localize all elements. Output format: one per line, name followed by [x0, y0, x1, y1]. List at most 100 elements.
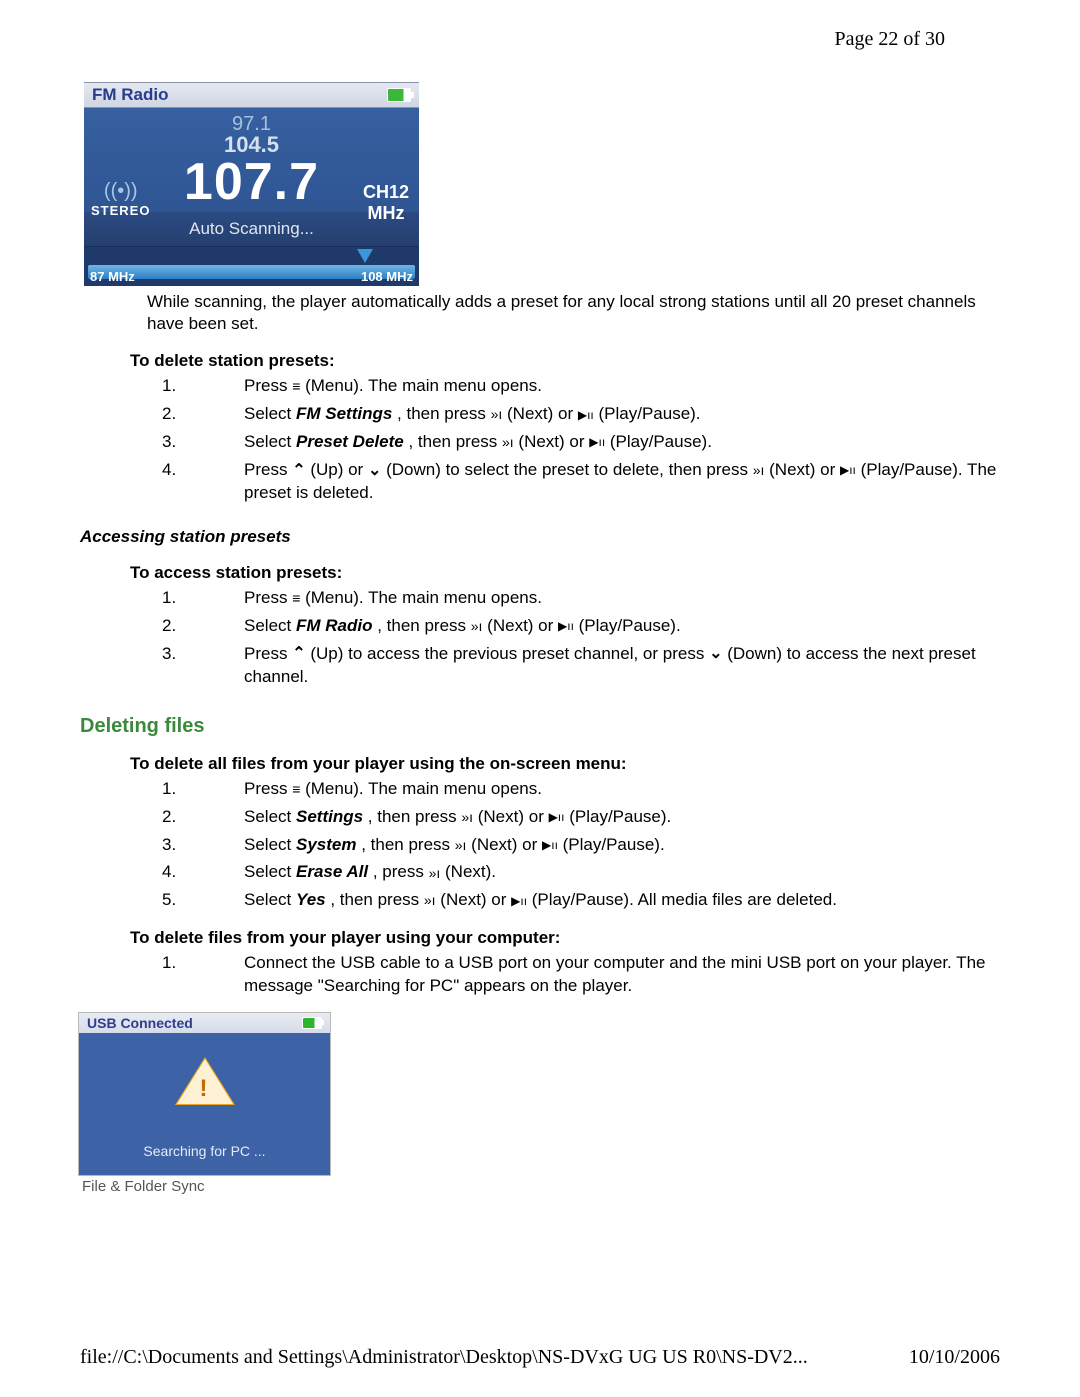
- freq-prev-2: 97.1: [84, 114, 419, 134]
- step-text: (Play/Pause).: [574, 616, 681, 635]
- access-presets-list: 1.Press ≡ (Menu). The main menu opens. 2…: [162, 587, 1000, 689]
- delete-onscreen-heading: To delete all files from your player usi…: [130, 754, 1000, 774]
- stereo-indicator: ((•)) STEREO: [91, 180, 150, 218]
- step-text: Press: [244, 460, 292, 479]
- fm-radio-body: 97.1 104.5 ((•)) STEREO 107.7 CH12 MHz A…: [84, 108, 419, 286]
- fm-radio-title: FM Radio: [92, 85, 169, 105]
- step-text: Press: [244, 376, 292, 395]
- fm-scale: 87 MHz 108 MHz: [84, 246, 419, 286]
- step-text: , press: [368, 862, 428, 881]
- step-text: (Play/Pause).: [564, 807, 671, 826]
- step-text: (Next) or: [466, 835, 542, 854]
- list-item: 2.Select Settings , then press »ı (Next)…: [162, 806, 1000, 829]
- delete-computer-list: 1.Connect the USB cable to a USB port on…: [162, 952, 1000, 998]
- step-text: (Menu). The main menu opens.: [300, 376, 542, 395]
- play-pause-icon: ▶ıı: [511, 893, 527, 909]
- step-text: Press: [244, 644, 292, 663]
- play-pause-icon: ▶ıı: [589, 434, 605, 450]
- menu-option: FM Settings: [296, 404, 392, 423]
- step-text: (Menu). The main menu opens.: [300, 588, 542, 607]
- scale-marker-icon: [357, 249, 373, 263]
- delete-presets-list: 1.Press ≡ (Menu). The main menu opens. 2…: [162, 375, 1000, 505]
- step-text: Press: [244, 779, 292, 798]
- next-icon: »ı: [471, 617, 483, 636]
- play-pause-icon: ▶ıı: [840, 462, 856, 478]
- menu-option: Yes: [296, 890, 326, 909]
- page-number: Page 22 of 30: [834, 28, 945, 51]
- channel-unit: CH12 MHz: [363, 182, 409, 224]
- usb-title: USB Connected: [87, 1015, 193, 1031]
- usb-caption: File & Folder Sync: [82, 1178, 1000, 1195]
- accessing-presets-section: Accessing station presets: [80, 527, 1000, 547]
- antenna-icon: ((•)): [91, 180, 150, 203]
- list-item: 1.Press ≡ (Menu). The main menu opens.: [162, 778, 1000, 801]
- step-text: Select: [244, 616, 296, 635]
- menu-option: FM Radio: [296, 616, 373, 635]
- step-text: (Next) or: [502, 404, 578, 423]
- step-text: , then press: [404, 432, 502, 451]
- step-text: (Up) to access the previous preset chann…: [306, 644, 709, 663]
- list-item: 2.Select FM Settings , then press »ı (Ne…: [162, 403, 1000, 426]
- step-text: Select: [244, 862, 296, 881]
- step-text: Select: [244, 432, 296, 451]
- step-text: (Next).: [440, 862, 496, 881]
- step-text: , then press: [372, 616, 470, 635]
- next-icon: »ı: [461, 808, 473, 827]
- step-text: (Next) or: [514, 432, 590, 451]
- menu-option: System: [296, 835, 356, 854]
- step-text: Connect the USB cable to a USB port on y…: [244, 953, 985, 995]
- menu-option: Preset Delete: [296, 432, 404, 451]
- list-item: 1.Press ≡ (Menu). The main menu opens.: [162, 375, 1000, 398]
- next-icon: »ı: [455, 836, 467, 855]
- next-icon: »ı: [753, 461, 765, 480]
- step-text: (Up) or: [306, 460, 368, 479]
- step-text: Select: [244, 807, 296, 826]
- step-text: Press: [244, 588, 292, 607]
- deleting-files-section: Deleting files: [80, 715, 1000, 738]
- usb-message: Searching for PC ...: [79, 1143, 330, 1159]
- fm-radio-header: FM Radio: [84, 82, 419, 108]
- up-icon: [292, 643, 305, 665]
- play-pause-icon: ▶ıı: [578, 407, 594, 423]
- usb-connected-screenshot: USB Connected Searching for PC ...: [78, 1012, 331, 1176]
- play-pause-icon: ▶ıı: [558, 618, 574, 634]
- step-text: Select: [244, 835, 296, 854]
- channel-label: CH12: [363, 182, 409, 203]
- step-text: Select: [244, 890, 296, 909]
- list-item: 3.Press (Up) to access the previous pres…: [162, 643, 1000, 689]
- scale-low-label: 87 MHz: [90, 269, 135, 284]
- next-icon: »ı: [429, 864, 441, 883]
- step-text: , then press: [326, 890, 424, 909]
- play-pause-icon: ▶ıı: [549, 809, 565, 825]
- menu-option: Erase All: [296, 862, 368, 881]
- step-text: , then press: [363, 807, 461, 826]
- step-text: (Down) to select the preset to delete, t…: [381, 460, 752, 479]
- stereo-label: STEREO: [91, 203, 150, 218]
- list-item: 1.Press ≡ (Menu). The main menu opens.: [162, 587, 1000, 610]
- freq-main: 107.7: [184, 152, 319, 212]
- footer-path: file://C:\Documents and Settings\Adminis…: [80, 1346, 808, 1369]
- down-icon: [709, 643, 722, 665]
- usb-body: Searching for PC ...: [79, 1033, 330, 1175]
- step-text: (Play/Pause).: [558, 835, 665, 854]
- scale-high-label: 108 MHz: [361, 269, 413, 284]
- list-item: 5.Select Yes , then press »ı (Next) or ▶…: [162, 889, 1000, 912]
- step-text: (Menu). The main menu opens.: [300, 779, 542, 798]
- list-item: 3.Select Preset Delete , then press »ı (…: [162, 431, 1000, 454]
- delete-computer-heading: To delete files from your player using y…: [130, 928, 1000, 948]
- list-item: 3.Select System , then press »ı (Next) o…: [162, 834, 1000, 857]
- step-text: Select: [244, 404, 296, 423]
- step-text: (Play/Pause).: [605, 432, 712, 451]
- footer-date: 10/10/2006: [909, 1346, 1000, 1369]
- step-text: (Play/Pause). All media files are delete…: [527, 890, 837, 909]
- list-item: 4.Press (Up) or (Down) to select the pre…: [162, 459, 1000, 505]
- fm-radio-screenshot: FM Radio 97.1 104.5 ((•)) STEREO 107.7 C…: [84, 82, 419, 286]
- warning-icon: [175, 1057, 235, 1105]
- list-item: 1.Connect the USB cable to a USB port on…: [162, 952, 1000, 998]
- list-item: 4.Select Erase All , press »ı (Next).: [162, 861, 1000, 884]
- battery-icon: [387, 88, 411, 102]
- usb-header: USB Connected: [79, 1013, 330, 1033]
- step-text: (Play/Pause).: [594, 404, 701, 423]
- next-icon: »ı: [424, 891, 436, 910]
- page-footer: file://C:\Documents and Settings\Adminis…: [80, 1346, 1000, 1369]
